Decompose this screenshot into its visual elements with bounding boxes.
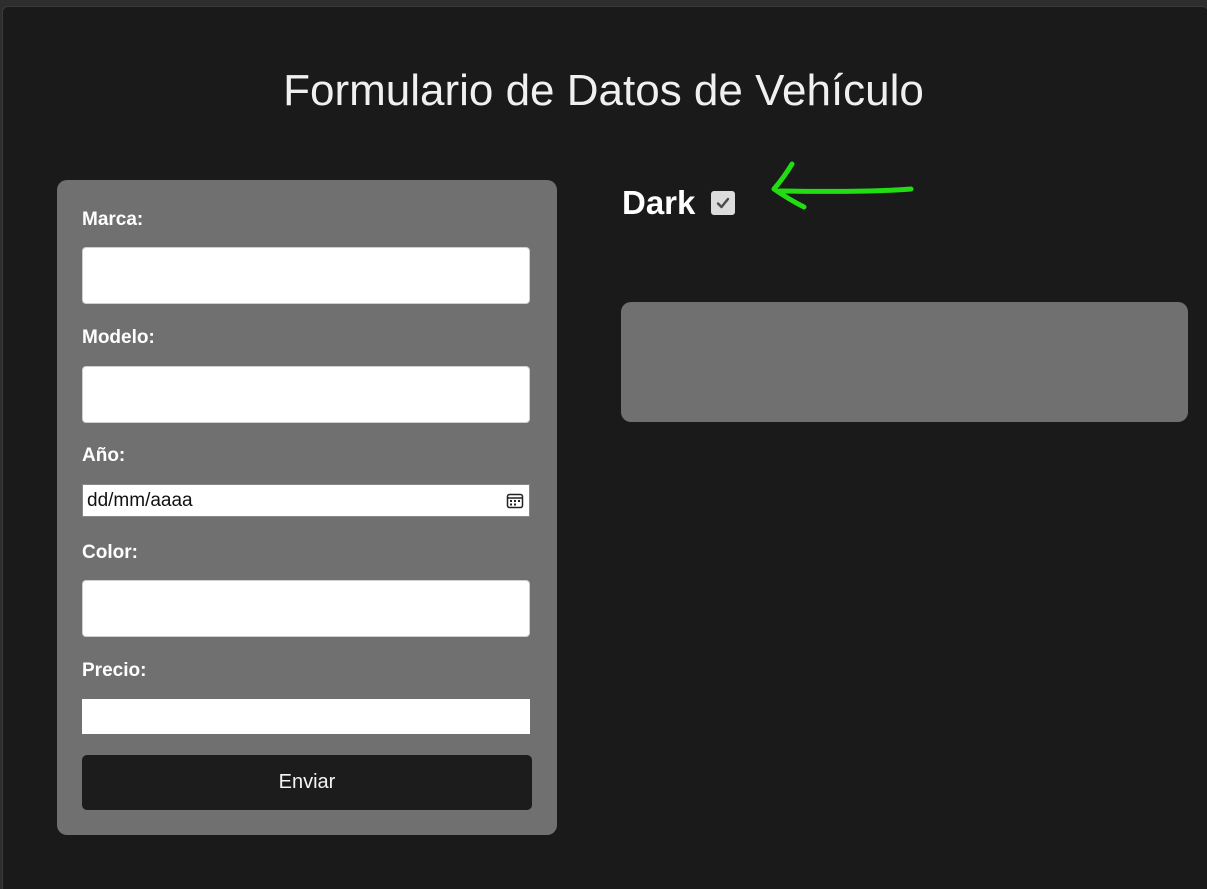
modelo-input[interactable]	[82, 366, 530, 423]
dark-mode-toggle[interactable]: Dark	[622, 184, 736, 222]
marca-input[interactable]	[82, 247, 530, 304]
date-placeholder: dd/mm/aaaa	[87, 489, 193, 511]
vehicle-form: Marca: Modelo: Año: dd/mm/aaaa Color: Pr…	[57, 180, 557, 835]
precio-input[interactable]	[82, 699, 530, 734]
dark-mode-label: Dark	[622, 184, 696, 221]
marca-label: Marca:	[82, 209, 144, 230]
dark-mode-checkbox[interactable]	[711, 191, 736, 215]
arrow-left-annotation	[771, 161, 914, 210]
page-title: Formulario de Datos de Vehículo	[283, 66, 924, 115]
calendar-icon[interactable]	[505, 491, 525, 511]
checkmark-icon	[717, 197, 730, 209]
modelo-label: Modelo:	[82, 327, 155, 348]
anio-label: Año:	[82, 445, 126, 466]
anio-date-input[interactable]: dd/mm/aaaa	[82, 484, 530, 517]
color-label: Color:	[82, 542, 138, 563]
result-panel	[621, 302, 1188, 422]
submit-button[interactable]: Enviar	[82, 755, 532, 810]
color-input[interactable]	[82, 580, 530, 637]
precio-label: Precio:	[82, 660, 147, 681]
